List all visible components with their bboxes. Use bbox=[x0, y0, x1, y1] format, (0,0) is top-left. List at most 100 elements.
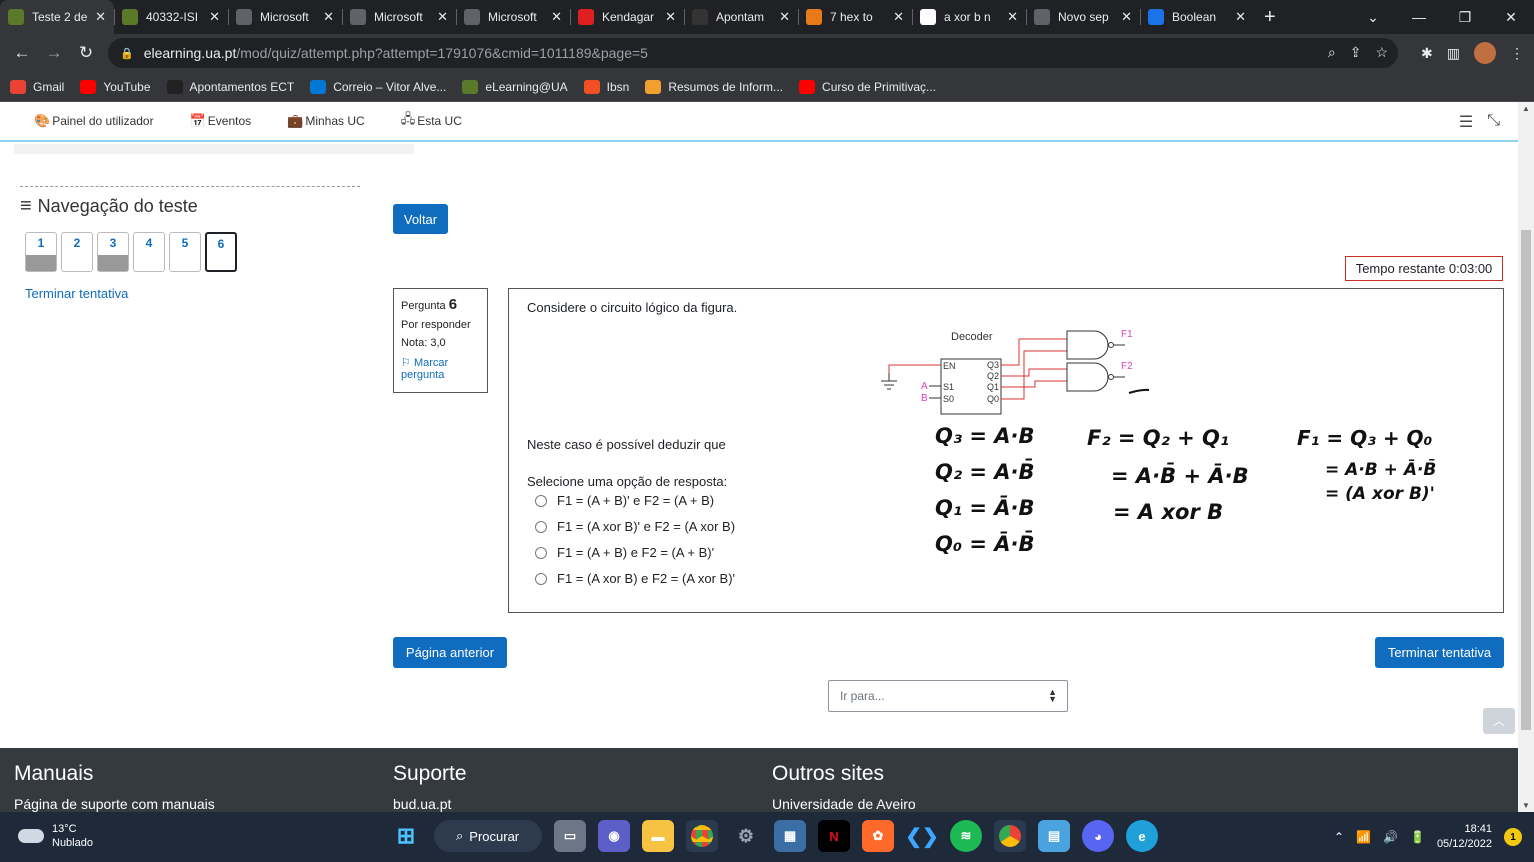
bookmark-item[interactable]: eLearning@UA bbox=[462, 79, 568, 94]
question-nav-button[interactable]: 1 bbox=[25, 232, 57, 272]
nav-dashboard[interactable]: 🎨 Painel do utilizador bbox=[34, 113, 154, 129]
clock[interactable]: 18:41 05/12/2022 bbox=[1437, 822, 1492, 852]
new-tab-button[interactable]: + bbox=[1264, 6, 1276, 29]
bookmark-item[interactable]: Apontamentos ECT bbox=[166, 79, 294, 94]
scroll-up-icon[interactable]: ▲ bbox=[1522, 104, 1530, 113]
calculator-icon[interactable]: ▦ bbox=[774, 820, 806, 852]
notification-badge[interactable]: 1 bbox=[1504, 828, 1522, 846]
bookmark-item[interactable]: Correio – Vitor Alve... bbox=[310, 79, 446, 94]
tab-close-icon[interactable]: ✕ bbox=[437, 9, 448, 25]
finish-attempt-link[interactable]: Terminar tentativa bbox=[25, 286, 360, 301]
browser-tab[interactable]: a xor b n ✕ bbox=[912, 0, 1026, 34]
task-view-icon[interactable]: ▭ bbox=[554, 820, 586, 852]
scroll-thumb[interactable] bbox=[1521, 230, 1531, 730]
tab-close-icon[interactable]: ✕ bbox=[1007, 9, 1018, 25]
previous-page-button[interactable]: Página anterior bbox=[393, 637, 507, 668]
radio-a[interactable] bbox=[535, 494, 547, 507]
extensions-icon[interactable]: ✱ bbox=[1421, 45, 1433, 62]
tab-close-icon[interactable]: ✕ bbox=[209, 9, 220, 25]
settings-gear-icon[interactable]: ⚙ bbox=[730, 820, 762, 852]
spotify-icon[interactable]: ≋ bbox=[950, 820, 982, 852]
question-nav-button[interactable]: 2 bbox=[61, 232, 93, 272]
tab-close-icon[interactable]: ✕ bbox=[665, 9, 676, 25]
finish-attempt-button[interactable]: Terminar tentativa bbox=[1375, 637, 1504, 668]
tab-close-icon[interactable]: ✕ bbox=[779, 9, 790, 25]
answer-option-a[interactable]: F1 = (A + B)' e F2 = (A + B) bbox=[535, 493, 714, 508]
vscode-icon[interactable]: ❮❯ bbox=[905, 820, 939, 852]
browser-tab[interactable]: Teste 2 de ✕ bbox=[0, 0, 114, 34]
bookmark-item[interactable]: Curso de Primitivaç... bbox=[799, 79, 936, 94]
fruity-loops-icon[interactable]: ✿ bbox=[862, 820, 894, 852]
chrome-profile-icon[interactable] bbox=[994, 820, 1026, 852]
tab-close-icon[interactable]: ✕ bbox=[551, 9, 562, 25]
zoom-icon[interactable]: ⌕ bbox=[1328, 44, 1336, 61]
discord-icon[interactable]: ◕ bbox=[1082, 820, 1114, 852]
file-explorer-icon[interactable]: ▬ bbox=[642, 820, 674, 852]
netflix-icon[interactable]: N bbox=[818, 820, 850, 852]
bookmark-item[interactable]: Resumos de Inform... bbox=[645, 79, 783, 94]
tab-close-icon[interactable]: ✕ bbox=[1121, 9, 1132, 25]
radio-d[interactable] bbox=[535, 572, 547, 585]
tab-close-icon[interactable]: ✕ bbox=[95, 9, 106, 25]
browser-tab[interactable]: Kendagar ✕ bbox=[570, 0, 684, 34]
question-nav-button[interactable]: 6 bbox=[205, 232, 237, 272]
wifi-icon[interactable]: 📶 bbox=[1356, 830, 1371, 844]
reload-icon[interactable]: ↻ bbox=[70, 43, 102, 63]
windows-start-icon[interactable]: ⊞ bbox=[390, 820, 422, 852]
browser-tab[interactable]: Novo sep ✕ bbox=[1026, 0, 1140, 34]
browser-tab[interactable]: Microsoft ✕ bbox=[342, 0, 456, 34]
question-nav-button[interactable]: 3 bbox=[97, 232, 129, 272]
bookmark-item[interactable]: YouTube bbox=[80, 79, 151, 94]
nav-my-courses[interactable]: 💼 Minhas UC bbox=[287, 113, 365, 129]
share-icon[interactable]: ⇪ bbox=[1350, 44, 1362, 61]
battery-icon[interactable]: 🔋 bbox=[1410, 830, 1425, 844]
side-panel-icon[interactable]: ▥ bbox=[1447, 45, 1460, 62]
back-arrow-icon[interactable]: ← bbox=[6, 43, 38, 63]
restore-button[interactable]: ❐ bbox=[1442, 9, 1488, 26]
url-bar[interactable]: 🔒 elearning.ua.pt/mod/quiz/attempt.php?a… bbox=[108, 38, 1398, 68]
chat-icon[interactable]: ◉ bbox=[598, 820, 630, 852]
tray-chevron-icon[interactable]: ⌃ bbox=[1334, 830, 1344, 844]
browser-tab[interactable]: Microsoft ✕ bbox=[228, 0, 342, 34]
page-scrollbar[interactable]: ▲ ▼ bbox=[1518, 102, 1534, 812]
browser-tab[interactable]: 7 hex to ✕ bbox=[798, 0, 912, 34]
chrome-icon[interactable] bbox=[686, 820, 718, 852]
tab-search-icon[interactable]: ⌄ bbox=[1350, 9, 1396, 26]
scroll-down-icon[interactable]: ▼ bbox=[1522, 801, 1530, 810]
question-nav-button[interactable]: 5 bbox=[169, 232, 201, 272]
answer-option-d[interactable]: F1 = (A xor B) e F2 = (A xor B)' bbox=[535, 571, 735, 586]
tab-close-icon[interactable]: ✕ bbox=[893, 9, 904, 25]
flag-question-link[interactable]: ⚐ Marcar pergunta bbox=[401, 357, 480, 381]
bookmark-star-icon[interactable]: ☆ bbox=[1375, 44, 1388, 61]
taskbar-search[interactable]: ⌕ Procurar bbox=[434, 820, 542, 852]
tab-close-icon[interactable]: ✕ bbox=[323, 9, 334, 25]
question-nav-button[interactable]: 4 bbox=[133, 232, 165, 272]
tab-close-icon[interactable]: ✕ bbox=[1235, 9, 1246, 25]
store-icon[interactable]: ▤ bbox=[1038, 820, 1070, 852]
footer-other-sites-link[interactable]: Universidade de Aveiro bbox=[772, 796, 916, 812]
browser-tab[interactable]: 40332-ISI ✕ bbox=[114, 0, 228, 34]
jump-to-select[interactable]: Ir para... ▲ ▼ bbox=[828, 680, 1068, 712]
footer-support-link[interactable]: bud.ua.pt bbox=[393, 796, 467, 812]
back-to-top-button[interactable]: ︿ bbox=[1483, 708, 1515, 734]
edge-icon[interactable]: e bbox=[1126, 820, 1158, 852]
weather-widget[interactable]: 13°C Nublado bbox=[18, 822, 93, 850]
profile-avatar[interactable] bbox=[1474, 42, 1496, 64]
minimize-button[interactable]: — bbox=[1396, 9, 1442, 25]
menu-dots-icon[interactable]: ⋮ bbox=[1510, 45, 1524, 62]
answer-option-b[interactable]: F1 = (A xor B)' e F2 = (A xor B) bbox=[535, 519, 735, 534]
radio-c[interactable] bbox=[535, 546, 547, 559]
volume-icon[interactable]: 🔊 bbox=[1383, 830, 1398, 844]
back-button[interactable]: Voltar bbox=[393, 204, 448, 234]
browser-tab[interactable]: Apontam ✕ bbox=[684, 0, 798, 34]
list-toggle-icon[interactable]: ☰ bbox=[1459, 112, 1473, 132]
bookmark-item[interactable]: Ibsn bbox=[583, 79, 629, 94]
browser-tab[interactable]: Microsoft ✕ bbox=[456, 0, 570, 34]
nav-this-course[interactable]: 🖧 Esta UC bbox=[401, 110, 462, 132]
forward-arrow-icon[interactable]: → bbox=[38, 43, 70, 63]
footer-manuals-link[interactable]: Página de suporte com manuais bbox=[14, 796, 215, 812]
collapse-icon[interactable]: ⤡ bbox=[1487, 112, 1500, 132]
nav-events[interactable]: 📅 Eventos bbox=[190, 113, 252, 129]
radio-b[interactable] bbox=[535, 520, 547, 533]
browser-tab[interactable]: Boolean ✕ bbox=[1140, 0, 1254, 34]
